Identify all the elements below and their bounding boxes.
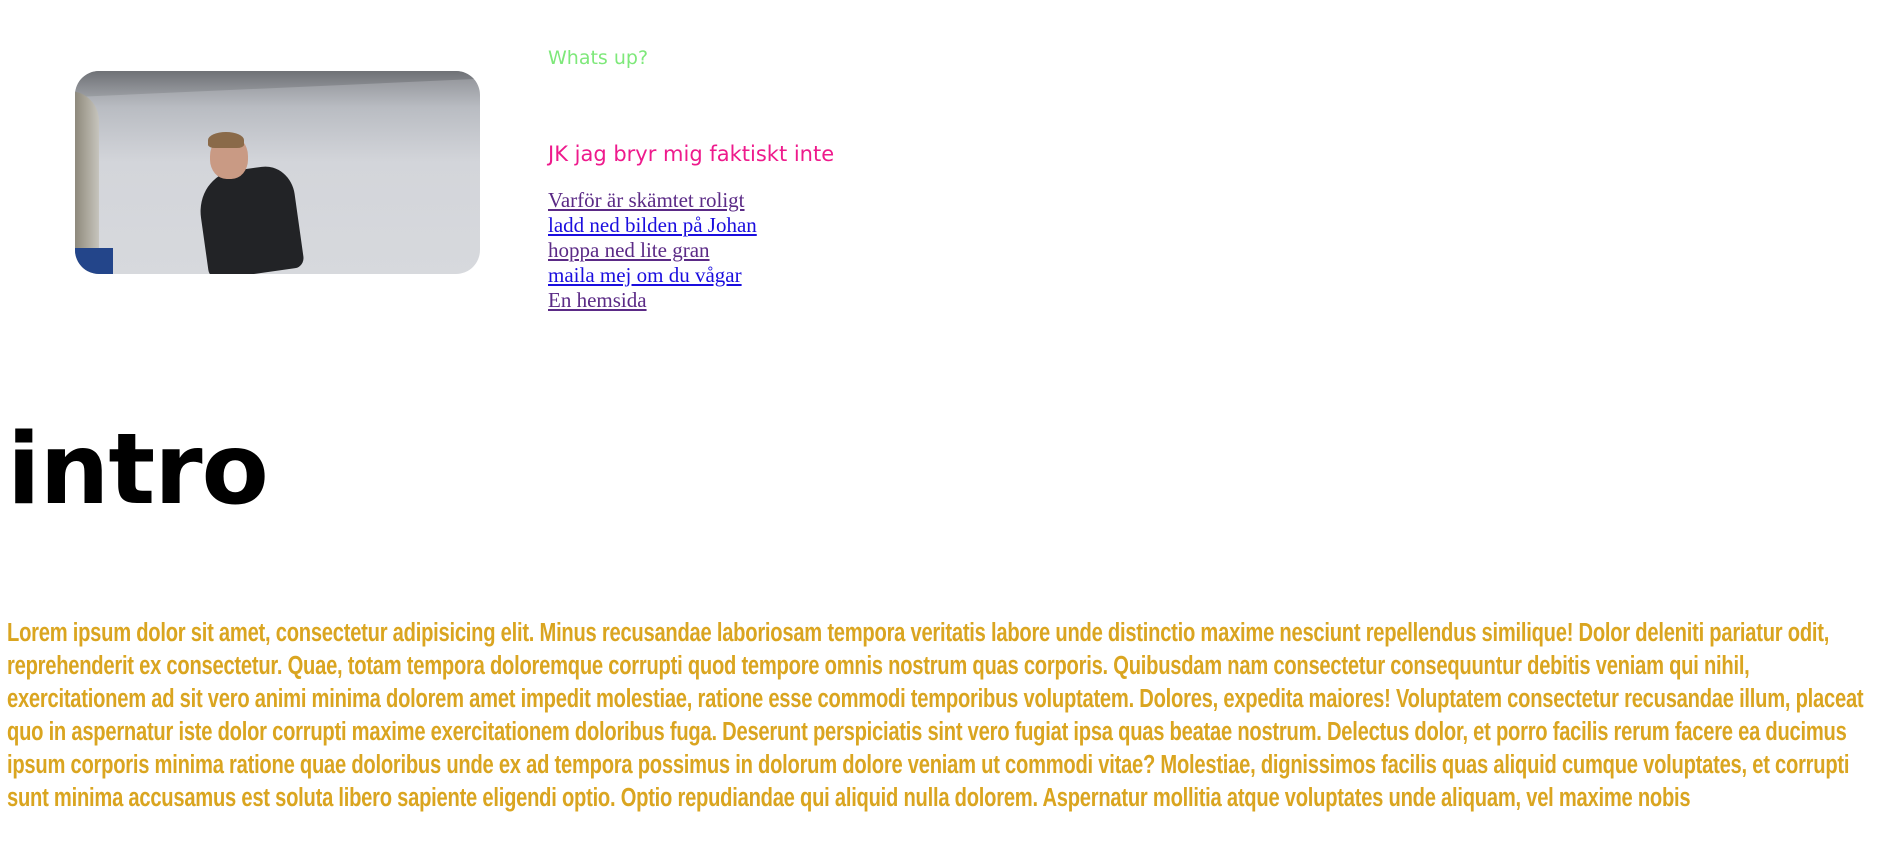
photo-wall-edge [75, 71, 480, 97]
header-nav: Whats up? JK jag bryr mig faktiskt inte … [548, 46, 948, 312]
link-list: Varför är skämtet roligt ladd ned bilden… [548, 188, 757, 313]
intro-heading: intro [7, 413, 269, 527]
link-a-website[interactable]: En hemsida [548, 288, 757, 313]
link-email-me[interactable]: maila mej om du vågar [548, 263, 757, 288]
johan-photo [75, 71, 480, 274]
tagline-text: JK jag bryr mig faktiskt inte [548, 142, 835, 166]
link-why-joke-funny[interactable]: Varför är skämtet roligt [548, 188, 757, 213]
page: Whats up? JK jag bryr mig faktiskt inte … [0, 0, 1885, 844]
photo-left-figure [75, 91, 99, 274]
photo-person-hoodie [195, 162, 305, 274]
photo-person-hair [208, 132, 244, 148]
link-jump-down[interactable]: hoppa ned lite gran [548, 238, 757, 263]
photo-blue-object [75, 248, 113, 274]
link-download-johan-image[interactable]: ladd ned bilden på Johan [548, 213, 757, 238]
intro-body-text: Lorem ipsum dolor sit amet, consectetur … [7, 619, 1864, 812]
greeting-text: Whats up? [548, 47, 649, 69]
